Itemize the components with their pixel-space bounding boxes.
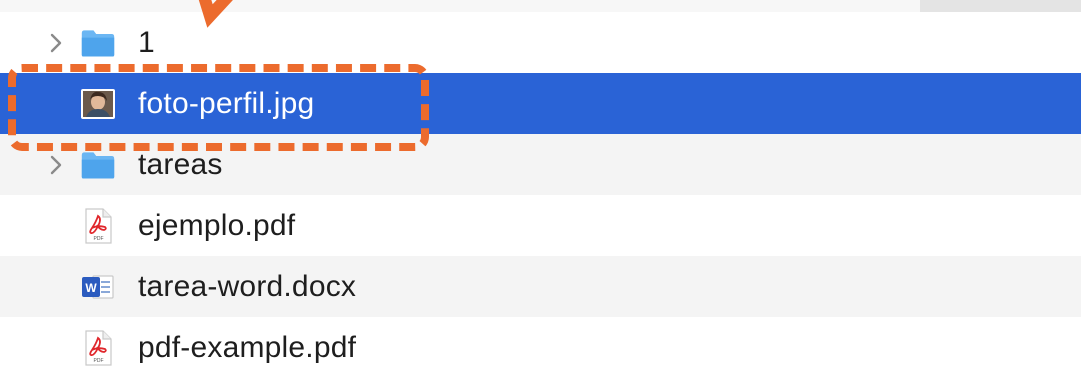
folder-icon: [80, 145, 116, 185]
file-list: 1 foto-perfil.jpg tareas PDF ejemplo.pdf…: [0, 12, 1081, 376]
file-row-tarea-word[interactable]: W tarea-word.docx: [0, 256, 1081, 317]
file-name: 1: [138, 25, 155, 59]
pdf-icon: PDF: [80, 206, 116, 246]
file-name: tarea-word.docx: [138, 269, 357, 303]
svg-text:W: W: [85, 281, 97, 295]
chevron-right-icon[interactable]: [46, 150, 66, 180]
file-row-ejemplo[interactable]: PDF ejemplo.pdf: [0, 195, 1081, 256]
file-name: pdf-example.pdf: [138, 330, 357, 364]
svg-text:PDF: PDF: [94, 358, 104, 364]
window-top-right-shade: [920, 0, 1081, 12]
word-doc-icon: W: [80, 267, 116, 307]
folder-icon: [80, 23, 116, 63]
finder-window: 1 foto-perfil.jpg tareas PDF ejemplo.pdf…: [0, 0, 1081, 376]
svg-text:PDF: PDF: [94, 236, 104, 242]
file-row-tareas[interactable]: tareas: [0, 134, 1081, 195]
file-name: tareas: [138, 147, 223, 181]
file-row-pdf-example[interactable]: PDF pdf-example.pdf: [0, 317, 1081, 376]
file-name: foto-perfil.jpg: [138, 86, 315, 120]
image-thumbnail-icon: [80, 84, 116, 124]
chevron-right-icon[interactable]: [46, 28, 66, 58]
file-row-1[interactable]: 1: [0, 12, 1081, 73]
file-row-foto-perfil[interactable]: foto-perfil.jpg: [0, 73, 1081, 134]
file-name: ejemplo.pdf: [138, 208, 296, 242]
pdf-icon: PDF: [80, 328, 116, 368]
